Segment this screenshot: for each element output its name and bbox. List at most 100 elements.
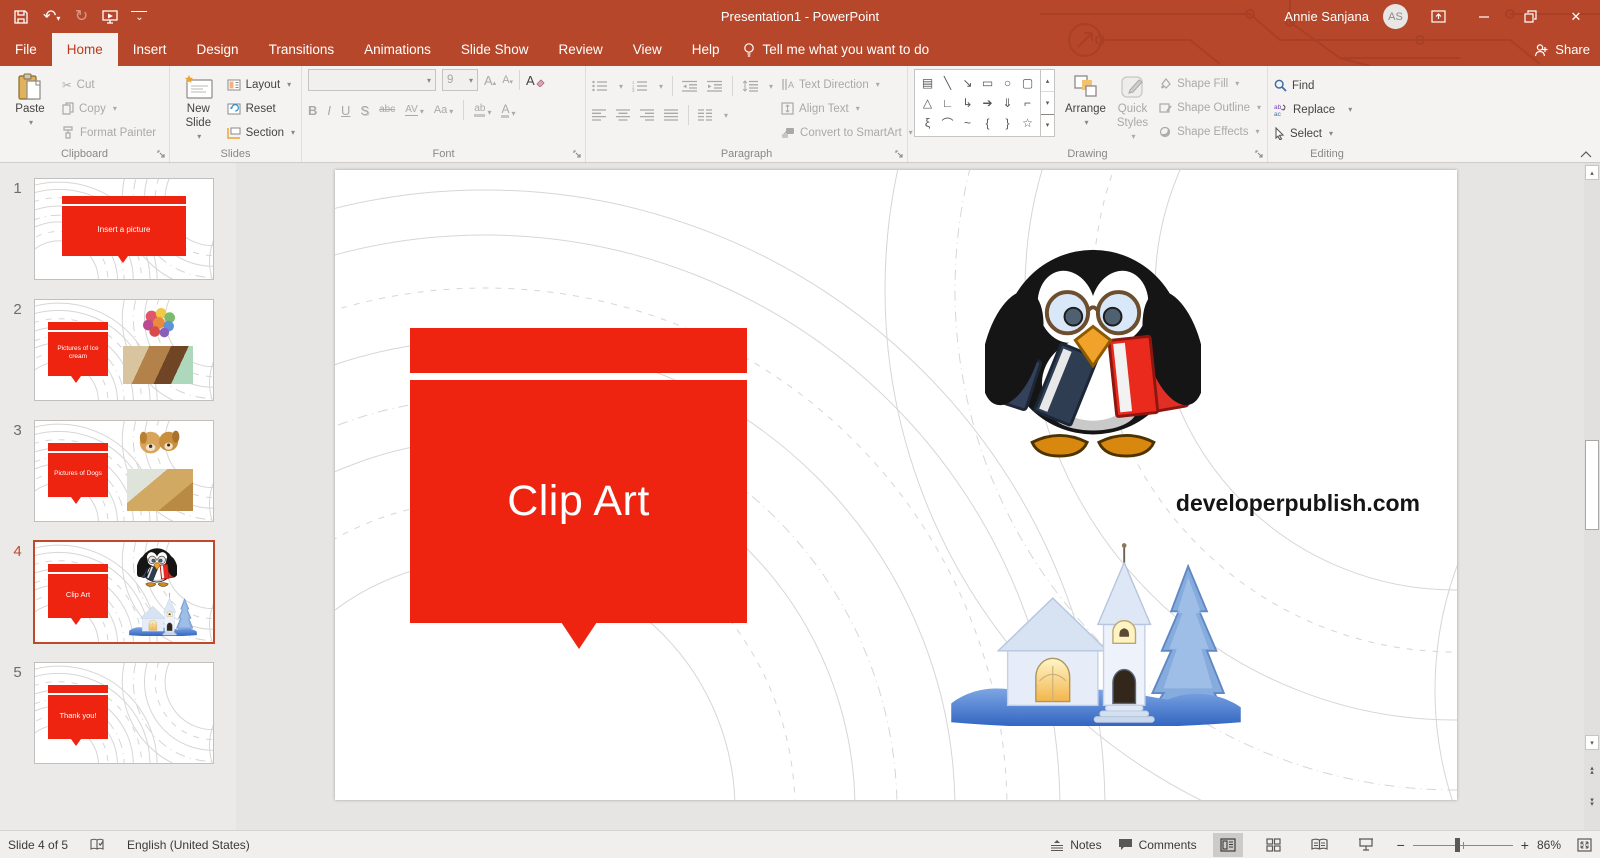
undo-icon[interactable]: ↶▾ (43, 8, 60, 25)
rounded-rectangle-shape[interactable]: ▢ (1018, 73, 1037, 93)
oval-shape[interactable]: ○ (998, 73, 1017, 93)
language-indicator[interactable]: English (United States) (127, 838, 250, 852)
tell-me-box[interactable]: Tell me what you want to do (735, 33, 929, 66)
zoom-out-button[interactable]: − (1397, 837, 1405, 853)
scroll-down-icon[interactable]: ▾ (1585, 735, 1599, 750)
right-brace-shape[interactable]: } (998, 113, 1017, 133)
elbow-arrow-connector-shape[interactable]: ↳ (958, 93, 977, 113)
restore-button[interactable] (1514, 0, 1546, 33)
ribbon-display-options-icon[interactable] (1422, 0, 1454, 33)
slide-thumbnail-3[interactable]: Pictures of Dogs (34, 420, 214, 522)
svg-text:3: 3 (632, 88, 635, 92)
zoom-level[interactable]: 86% (1537, 838, 1561, 852)
tab-review[interactable]: Review (543, 33, 617, 66)
zoom-slider-thumb[interactable] (1454, 837, 1460, 852)
user-avatar[interactable]: AS (1383, 4, 1408, 29)
tab-design[interactable]: Design (182, 33, 254, 66)
shapes-scroll-down-icon[interactable]: ▾ (1041, 91, 1054, 113)
paragraph-dialog-launcher-icon[interactable] (895, 150, 904, 159)
zoom-slider[interactable] (1412, 837, 1513, 852)
arc-shape[interactable]: ⌒ (938, 113, 957, 133)
tab-animations[interactable]: Animations (349, 33, 446, 66)
text-box-shape[interactable]: ▤ (918, 73, 937, 93)
title-bar-shape[interactable] (410, 328, 747, 373)
user-name[interactable]: Annie Sanjana (1284, 9, 1369, 24)
font-dialog-launcher-icon[interactable] (573, 150, 582, 159)
rectangle-shape[interactable]: ▭ (978, 73, 997, 93)
star-shape[interactable]: ☆ (1018, 113, 1037, 133)
fit-slide-to-window-button[interactable] (1577, 837, 1592, 852)
select-button[interactable]: Select ▾ (1274, 123, 1352, 144)
curve-shape[interactable]: ~ (958, 113, 977, 133)
comments-toggle[interactable]: Comments (1118, 838, 1197, 852)
paste-button[interactable]: Paste ▾ (6, 69, 54, 127)
down-arrow-shape[interactable]: ⇓ (998, 93, 1017, 113)
align-text-icon (781, 102, 794, 115)
caption-text[interactable]: developerpublish.com (1176, 490, 1420, 517)
normal-view-button[interactable] (1212, 832, 1243, 857)
reading-view-button[interactable] (1305, 833, 1335, 857)
scroll-up-icon[interactable]: ▴ (1585, 165, 1599, 180)
elbow-connector-shape[interactable]: ∟ (938, 93, 957, 113)
tab-slide-show[interactable]: Slide Show (446, 33, 544, 66)
tab-help[interactable]: Help (677, 33, 735, 66)
start-from-beginning-icon[interactable] (102, 9, 119, 24)
shapes-more-icon[interactable]: ▾ (1041, 113, 1054, 136)
l-shape[interactable]: ⌐ (1018, 93, 1037, 113)
right-arrow-shape[interactable]: ➔ (978, 93, 997, 113)
new-slide-button[interactable]: New Slide ▾ (176, 69, 221, 141)
slide-thumbnail-4-selected[interactable]: Clip Art (33, 540, 215, 644)
tab-file[interactable]: File (0, 33, 52, 66)
slide-sorter-view-button[interactable] (1259, 833, 1289, 857)
winter-church-image[interactable] (940, 538, 1252, 726)
tab-insert[interactable]: Insert (118, 33, 182, 66)
ice-cream-scoops-image (139, 308, 179, 340)
line-shape[interactable]: ╲ (938, 73, 957, 93)
close-button[interactable]: ✕ (1560, 0, 1592, 33)
scribble-shape[interactable]: ξ (918, 113, 937, 133)
shape-fill-button: Shape Fill ▾ (1159, 73, 1261, 94)
tab-view[interactable]: View (618, 33, 677, 66)
clipboard-dialog-launcher-icon[interactable] (157, 150, 166, 159)
highlight-color-button: ab ▾ (474, 102, 492, 117)
tab-transitions[interactable]: Transitions (254, 33, 350, 66)
save-icon[interactable] (14, 9, 30, 24)
line-arrow-shape[interactable]: ↘ (958, 73, 977, 93)
shapes-gallery[interactable]: ▤ ╲ ↘ ▭ ○ ▢ △ ∟ ↳ ➔ ⇓ ⌐ ξ ⌒ ~ { } ☆ (914, 69, 1041, 137)
slide-show-view-button[interactable] (1351, 833, 1381, 857)
spell-check-icon[interactable] (90, 838, 105, 851)
next-slide-button[interactable]: ▾ ▾ (1584, 795, 1600, 811)
slide-thumbnail-panel: 1 Insert a picture 2 Pictures of Ice cre… (0, 163, 236, 830)
slide-thumbnail-2[interactable]: Pictures of Ice cream (34, 299, 214, 401)
scrollbar-thumb[interactable] (1585, 440, 1599, 530)
tab-home[interactable]: Home (51, 33, 118, 66)
notes-toggle[interactable]: Notes (1050, 838, 1102, 852)
shapes-scroll-up-icon[interactable]: ▴ (1041, 70, 1054, 91)
reset-button[interactable]: Reset (227, 98, 295, 119)
slide-thumbnail-1[interactable]: Insert a picture (34, 178, 214, 280)
vertical-scrollbar[interactable]: ▴ ▾ ▴ ▴ ▾ ▾ (1584, 163, 1600, 830)
section-button[interactable]: Section ▾ (226, 122, 295, 143)
slide-canvas[interactable]: Clip Art developerpublish.com (335, 170, 1457, 800)
drawing-dialog-launcher-icon[interactable] (1255, 150, 1264, 159)
layout-button[interactable]: Layout ▾ (227, 74, 295, 95)
previous-slide-button[interactable]: ▴ ▴ (1584, 763, 1600, 779)
slide-thumbnail-5[interactable]: Thank you! (34, 662, 214, 764)
customize-qat-icon[interactable]: ⌄ (131, 10, 148, 23)
triangle-shape[interactable]: △ (918, 93, 937, 113)
share-button[interactable]: Share (1534, 33, 1590, 66)
title-callout-shape[interactable]: Clip Art (410, 380, 747, 623)
minimize-button[interactable] (1468, 0, 1500, 33)
left-brace-shape[interactable]: { (978, 113, 997, 133)
replace-button[interactable]: ab ac Replace ▾ (1274, 99, 1352, 120)
penguin-clipart-image[interactable] (985, 236, 1201, 466)
zoom-in-button[interactable]: + (1521, 837, 1529, 853)
collapse-ribbon-icon[interactable] (1580, 151, 1592, 158)
arrange-button[interactable]: Arrange ▾ (1061, 69, 1110, 127)
clear-formatting-button[interactable]: A (526, 74, 545, 87)
quick-styles-button: Quick Styles ▾ (1110, 69, 1155, 141)
slide-indicator[interactable]: Slide 4 of 5 (8, 838, 68, 852)
find-button[interactable]: Find (1274, 75, 1352, 96)
change-case-button: Aa ▾ (433, 103, 454, 116)
bullets-button (592, 80, 608, 92)
